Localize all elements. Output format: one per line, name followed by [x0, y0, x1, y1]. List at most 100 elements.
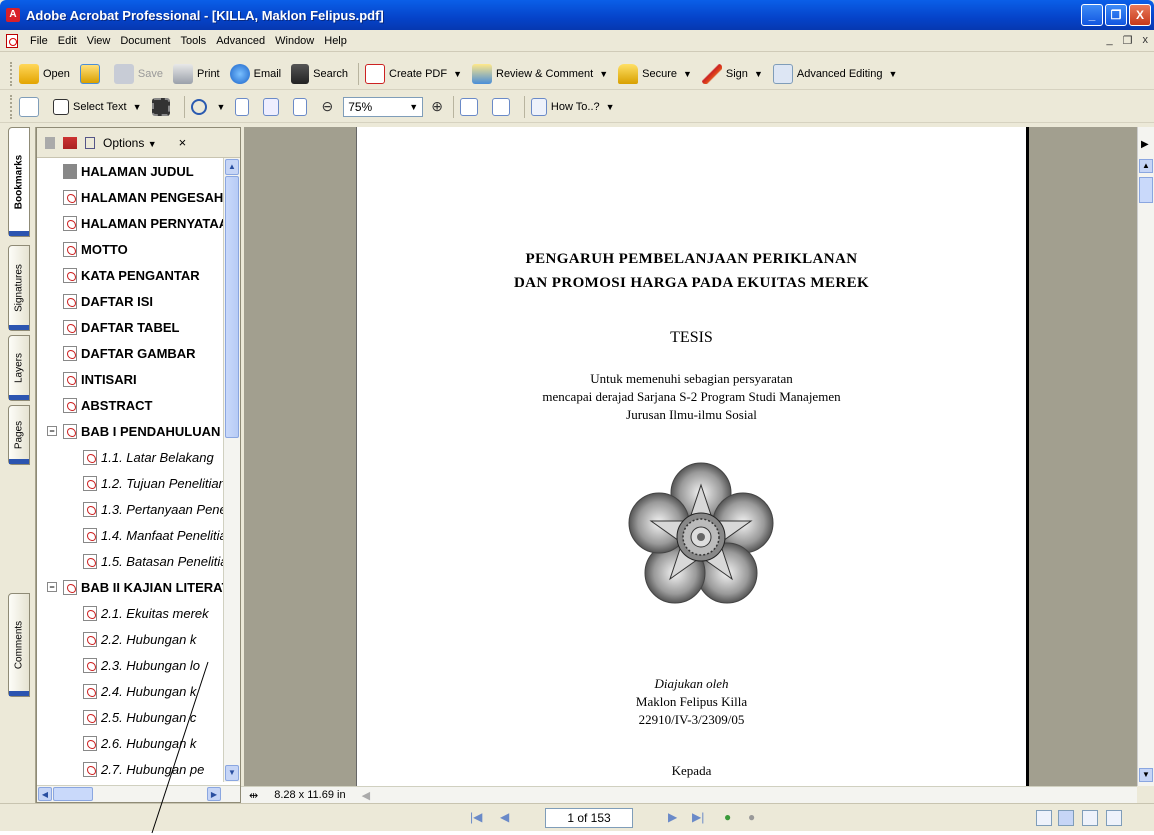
chevron-down-icon[interactable]: ▼ — [217, 102, 226, 112]
document-icon[interactable] — [6, 33, 18, 48]
bookmark-item[interactable]: 1.1. Latar Belakang — [37, 444, 223, 470]
sign-button[interactable]: Sign ▼ — [701, 63, 763, 84]
email-button[interactable]: Email — [229, 63, 281, 84]
document-vertical-scrollbar[interactable]: ▶ ▲ ▼ — [1137, 127, 1154, 786]
tab-layers[interactable]: Layers — [8, 335, 30, 401]
menu-document[interactable]: Document — [120, 35, 170, 47]
minimize-button[interactable]: _ — [1081, 4, 1103, 26]
review-comment-button[interactable]: Review & Comment ▼ — [472, 63, 608, 84]
bookmark-item[interactable]: − BAB II KAJIAN LITERATUR — [37, 574, 223, 600]
print-button[interactable]: Print — [173, 63, 220, 84]
scroll-down-icon[interactable]: ▼ — [1139, 768, 1153, 782]
page-number-input[interactable]: 1 of 153 — [545, 808, 633, 828]
panel-close-button[interactable]: × — [179, 135, 187, 150]
single-page-view-icon[interactable] — [1036, 810, 1052, 826]
close-button[interactable]: X — [1129, 4, 1151, 26]
tab-signatures[interactable]: Signatures — [8, 245, 30, 331]
menu-tools[interactable]: Tools — [181, 35, 207, 47]
zoom-in-tool-button[interactable]: ▼ — [190, 98, 226, 115]
expand-bookmark-icon[interactable] — [85, 136, 95, 149]
organizer-button[interactable] — [79, 63, 104, 84]
scroll-left-icon[interactable]: ◀ — [362, 789, 370, 802]
tab-bookmarks[interactable]: Bookmarks — [8, 127, 30, 237]
bookmark-item[interactable]: DAFTAR TABEL — [37, 314, 223, 340]
chevron-down-icon[interactable]: ▼ — [683, 69, 692, 79]
panel-expand-icon[interactable]: ▶ — [1141, 139, 1149, 150]
doc-restore-button[interactable]: ❐ — [1123, 34, 1133, 47]
fit-page-button[interactable] — [263, 97, 283, 116]
create-pdf-button[interactable]: Create PDF ▼ — [365, 63, 462, 84]
bookmark-item[interactable]: DAFTAR ISI — [37, 288, 223, 314]
tab-comments[interactable]: Comments — [8, 593, 30, 697]
hand-tool-button[interactable] — [19, 96, 43, 117]
scroll-left-icon[interactable]: ◀ — [38, 787, 52, 801]
menu-advanced[interactable]: Advanced — [216, 35, 265, 47]
menu-view[interactable]: View — [87, 35, 111, 47]
scroll-down-icon[interactable]: ▼ — [225, 765, 239, 781]
rotate-clockwise-button[interactable] — [459, 97, 482, 116]
snapshot-button[interactable] — [151, 97, 174, 116]
pdf-page[interactable]: PENGARUH PEMBELANJAAN PERIKLANAN DAN PRO… — [356, 127, 1029, 786]
doc-minimize-button[interactable]: _ — [1107, 34, 1113, 47]
bookmark-item[interactable]: KATA PENGANTAR — [37, 262, 223, 288]
go-forward-icon[interactable]: ● — [748, 810, 755, 824]
zoom-in-button[interactable]: ⊕ — [431, 98, 443, 115]
save-button[interactable]: Save — [113, 63, 163, 84]
chevron-down-icon[interactable]: ▼ — [133, 102, 142, 112]
menu-window[interactable]: Window — [275, 35, 314, 47]
open-button[interactable]: Open — [19, 63, 70, 84]
menu-file[interactable]: File — [30, 35, 48, 47]
bookmark-item[interactable]: MOTTO — [37, 236, 223, 262]
previous-page-icon[interactable]: ◀ — [500, 810, 509, 824]
continuous-facing-view-icon[interactable] — [1106, 810, 1122, 826]
collapse-toggle-icon[interactable]: − — [47, 582, 57, 592]
bookmark-item[interactable]: HALAMAN PENGESAHAN — [37, 184, 223, 210]
how-to-button[interactable]: How To..? ▼ — [530, 97, 615, 116]
bookmark-item[interactable]: 1.2. Tujuan Penelitian — [37, 470, 223, 496]
maximize-button[interactable]: ❐ — [1105, 4, 1127, 26]
bookmark-item[interactable]: DAFTAR GAMBAR — [37, 340, 223, 366]
doc-close-button[interactable]: x — [1143, 34, 1149, 47]
next-page-icon[interactable]: ▶ — [668, 810, 677, 824]
document-viewer[interactable]: PENGARUH PEMBELANJAAN PERIKLANAN DAN PRO… — [241, 127, 1137, 786]
fit-width-button[interactable] — [293, 97, 311, 116]
actual-size-button[interactable] — [235, 97, 253, 116]
advanced-editing-button[interactable]: Advanced Editing ▼ — [772, 63, 897, 84]
scroll-thumb[interactable] — [225, 176, 239, 438]
zoom-level-select[interactable]: 75% ▼ — [343, 96, 424, 117]
chevron-down-icon[interactable]: ▼ — [409, 102, 422, 112]
bookmark-item[interactable]: HALAMAN JUDUL — [37, 158, 223, 184]
trash-icon[interactable] — [45, 136, 55, 149]
facing-view-icon[interactable] — [1082, 810, 1098, 826]
collapse-toggle-icon[interactable]: − — [47, 426, 57, 436]
continuous-view-icon[interactable] — [1058, 810, 1074, 826]
bookmark-item[interactable]: 1.3. Pertanyaan Penelitian — [37, 496, 223, 522]
bookmark-item[interactable]: INTISARI — [37, 366, 223, 392]
menu-edit[interactable]: Edit — [58, 35, 77, 47]
bookmark-item[interactable]: − BAB I PENDAHULUAN — [37, 418, 223, 444]
go-back-icon[interactable]: ● — [724, 810, 731, 824]
bookmark-item[interactable]: HALAMAN PERNYATAAN — [37, 210, 223, 236]
secure-button[interactable]: Secure ▼ — [618, 63, 692, 84]
bookmark-item[interactable]: 2.1. Ekuitas merek — [37, 600, 223, 626]
options-menu[interactable]: Options ▼ — [103, 136, 157, 150]
search-button[interactable]: Search — [291, 63, 348, 84]
chevron-down-icon[interactable]: ▼ — [599, 69, 608, 79]
rotate-counterclockwise-button[interactable] — [491, 97, 514, 116]
bookmark-item[interactable]: ABSTRACT — [37, 392, 223, 418]
chevron-down-icon[interactable]: ▼ — [888, 69, 897, 79]
zoom-out-button[interactable]: ⊖ — [321, 98, 333, 115]
first-page-icon[interactable]: |◀ — [470, 810, 482, 824]
last-page-icon[interactable]: ▶| — [692, 810, 704, 824]
split-handle-icon[interactable]: ⇹ — [249, 789, 258, 802]
chevron-down-icon[interactable]: ▼ — [606, 102, 615, 112]
tab-pages[interactable]: Pages — [8, 405, 30, 465]
bookmark-item[interactable]: 2.2. Hubungan k — [37, 626, 223, 652]
scroll-thumb[interactable] — [1139, 177, 1153, 203]
bookmark-vertical-scrollbar[interactable]: ▲ ▼ — [223, 158, 240, 782]
toolbar-grip[interactable] — [10, 61, 13, 86]
select-text-button[interactable]: Select Text ▼ — [53, 98, 142, 115]
chevron-down-icon[interactable]: ▼ — [453, 69, 462, 79]
scroll-up-icon[interactable]: ▲ — [1139, 159, 1153, 173]
scroll-up-icon[interactable]: ▲ — [225, 159, 239, 175]
